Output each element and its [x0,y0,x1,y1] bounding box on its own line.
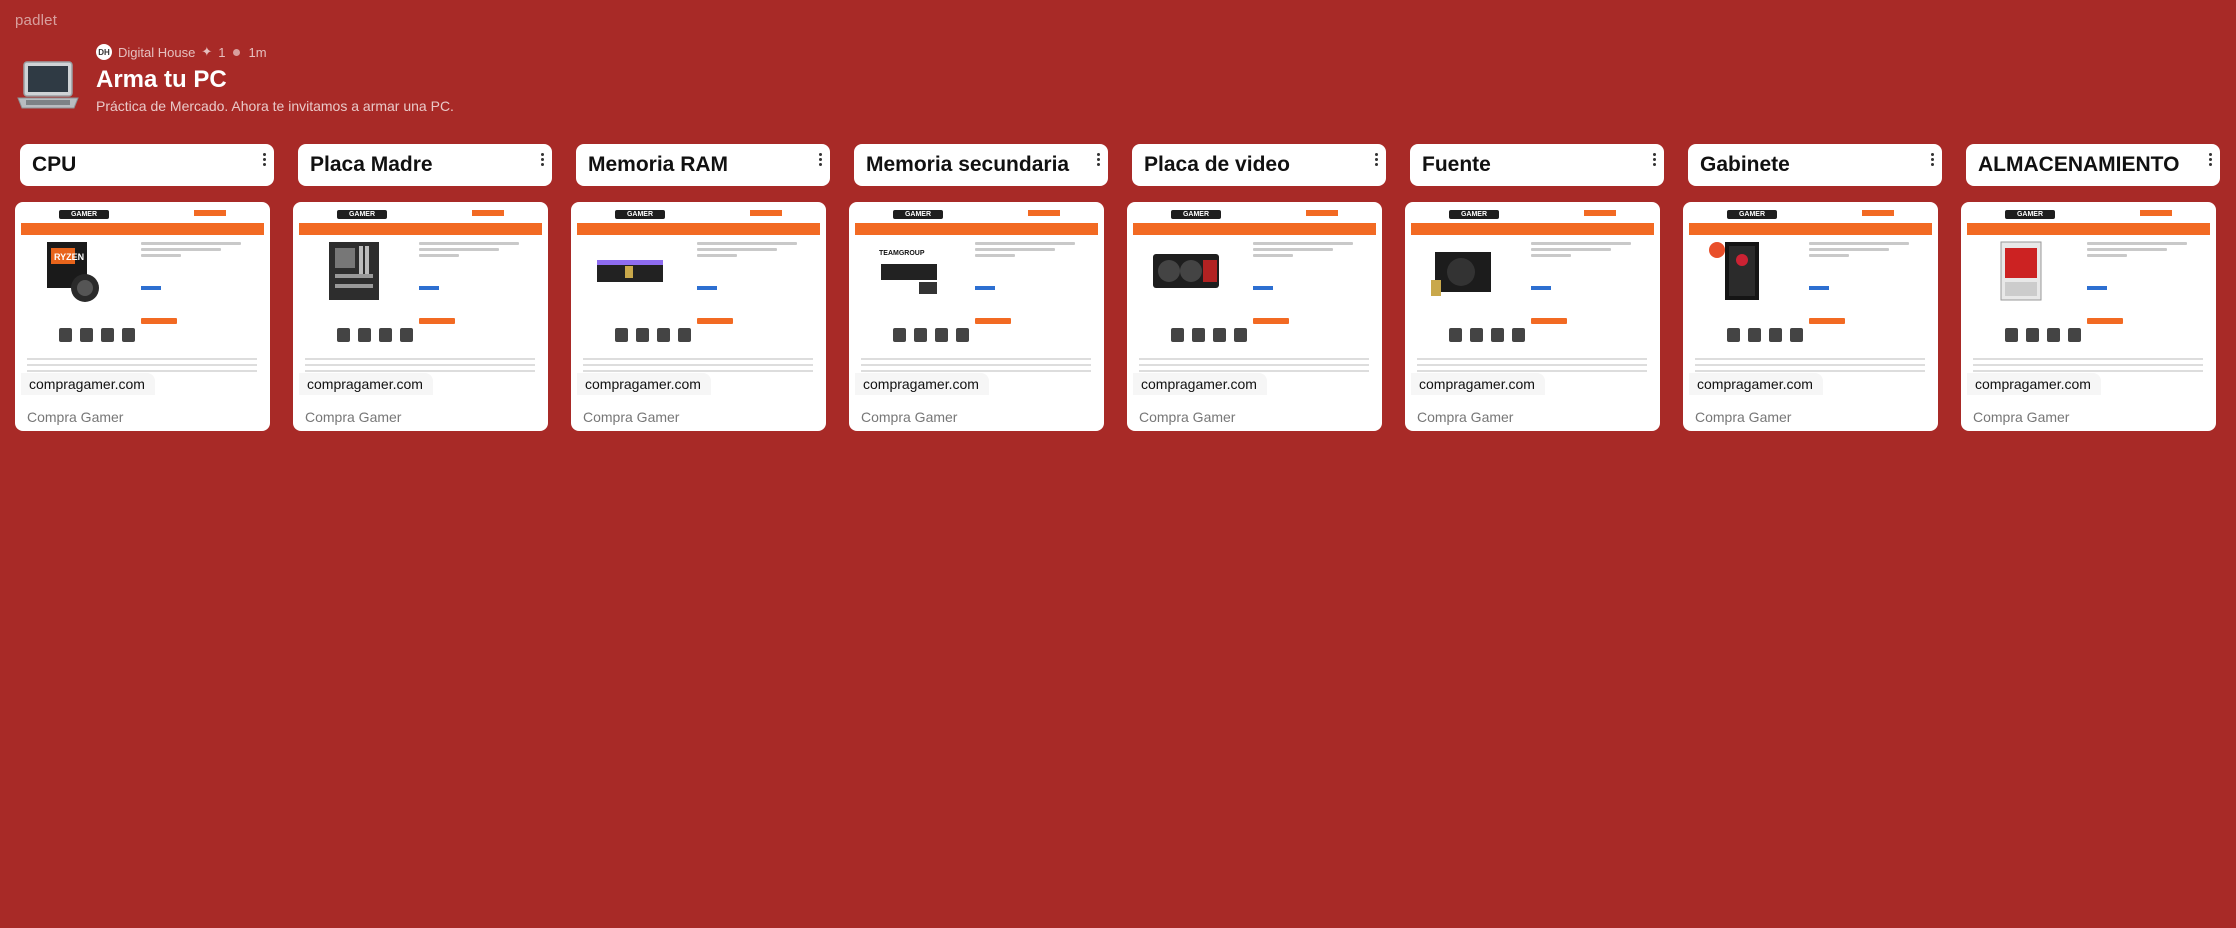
link-preview-image[interactable]: GAMER RYZEN [21,208,264,388]
site-logo: GAMER [893,209,943,219]
column-header[interactable]: CPU [20,144,274,186]
site-logo: GAMER [1727,209,1777,219]
link-domain[interactable]: compragamer.com [577,373,711,395]
post-card[interactable]: GAMER RYZEN compragamer.com Compra Gamer [15,202,270,431]
column: Placa de video GAMER compragamer.com Com… [1127,144,1386,431]
column-header[interactable]: Gabinete [1688,144,1942,186]
board-meta: DH Digital House ✦ 1 1m [96,44,454,60]
link-domain[interactable]: compragamer.com [1689,373,1823,395]
link-domain[interactable]: compragamer.com [21,373,155,395]
column-menu-icon[interactable] [1927,152,1937,167]
link-domain[interactable]: compragamer.com [1133,373,1267,395]
board-description: Práctica de Mercado. Ahora te invitamos … [96,98,454,114]
post-title[interactable]: Compra Gamer [1139,409,1235,425]
product-image: TEAMGROUP [875,240,941,302]
column-header[interactable]: Memoria secundaria [854,144,1108,186]
link-domain[interactable]: compragamer.com [1967,373,2101,395]
brand-logo[interactable]: padlet [15,12,57,29]
column-menu-icon[interactable] [2205,152,2215,167]
column: Memoria RAM GAMER compragamer.com Compra… [571,144,830,431]
column-title: Memoria secundaria [866,153,1070,176]
column-header[interactable]: Fuente [1410,144,1664,186]
column-header[interactable]: Placa Madre [298,144,552,186]
post-title[interactable]: Compra Gamer [583,409,679,425]
product-image [1987,240,2053,302]
site-logo: GAMER [1171,209,1221,219]
like-icon[interactable]: ✦ [201,44,212,60]
site-logo: GAMER [615,209,665,219]
link-domain[interactable]: compragamer.com [299,373,433,395]
column-menu-icon[interactable] [1371,152,1381,167]
post-title[interactable]: Compra Gamer [27,409,123,425]
product-image: RYZEN [41,240,107,302]
post-title[interactable]: Compra Gamer [1973,409,2069,425]
svg-text:RYZEN: RYZEN [54,252,84,262]
product-image [319,240,385,302]
column: Memoria secundaria GAMER TEAMGROUP compr… [849,144,1108,431]
laptop-icon [17,61,79,109]
product-image [1153,240,1219,302]
post-card[interactable]: GAMER compragamer.com Compra Gamer [1683,202,1938,431]
column-title: Placa de video [1144,153,1290,176]
author-name[interactable]: Digital House [118,45,195,60]
board-title: Arma tu PC [96,66,227,93]
site-logo: GAMER [337,209,387,219]
column-menu-icon[interactable] [259,152,269,167]
post-title[interactable]: Compra Gamer [861,409,957,425]
column-header[interactable]: Placa de video [1132,144,1386,186]
post-card[interactable]: GAMER TEAMGROUP compragamer.com Compra G… [849,202,1104,431]
columns-container: CPU GAMER RYZEN compragamer.com Compra G… [15,144,2236,431]
column: Gabinete GAMER compragamer.com Compra Ga… [1683,144,1942,431]
link-preview-image[interactable]: GAMER [577,208,820,388]
post-card[interactable]: GAMER compragamer.com Compra Gamer [1961,202,2216,431]
product-image [1709,240,1775,302]
site-logo: GAMER [59,209,109,219]
link-preview-image[interactable]: GAMER [1967,208,2210,388]
svg-text:TEAMGROUP: TEAMGROUP [879,250,925,257]
column-title: Placa Madre [310,153,433,176]
post-title[interactable]: Compra Gamer [1417,409,1513,425]
post-card[interactable]: GAMER compragamer.com Compra Gamer [1127,202,1382,431]
column-menu-icon[interactable] [537,152,547,167]
separator-dot [233,48,241,56]
site-logo: GAMER [1449,209,1499,219]
column: Fuente GAMER compragamer.com Compra Game… [1405,144,1664,431]
column-title: Gabinete [1700,153,1790,176]
post-card[interactable]: GAMER compragamer.com Compra Gamer [571,202,826,431]
link-domain[interactable]: compragamer.com [1411,373,1545,395]
post-title[interactable]: Compra Gamer [305,409,401,425]
author-avatar[interactable]: DH [96,44,112,60]
link-preview-image[interactable]: GAMER [1689,208,1932,388]
product-image [597,240,663,302]
post-card[interactable]: GAMER compragamer.com Compra Gamer [293,202,548,431]
column-menu-icon[interactable] [815,152,825,167]
post-card[interactable]: GAMER compragamer.com Compra Gamer [1405,202,1660,431]
product-image [1431,240,1497,302]
column-title: Fuente [1422,153,1491,176]
column-menu-icon[interactable] [1093,152,1103,167]
column-title: Memoria RAM [588,153,729,176]
column-header[interactable]: Memoria RAM [576,144,830,186]
link-preview-image[interactable]: GAMER [1133,208,1376,388]
column: ALMACENAMIENTO GAMER compragamer.com Com… [1961,144,2220,431]
column-header[interactable]: ALMACENAMIENTO [1966,144,2220,186]
board-header: DH Digital House ✦ 1 1m Arma tu PC Práct… [16,44,454,116]
post-title[interactable]: Compra Gamer [1695,409,1791,425]
link-preview-image[interactable]: GAMER [1411,208,1654,388]
column: CPU GAMER RYZEN compragamer.com Compra G… [15,144,274,431]
updated-time: 1m [248,44,267,60]
like-count: 1 [218,44,226,60]
link-preview-image[interactable]: GAMER TEAMGROUP [855,208,1098,388]
site-logo: GAMER [2005,209,2055,219]
link-domain[interactable]: compragamer.com [855,373,989,395]
column: Placa Madre GAMER compragamer.com Compra… [293,144,552,431]
link-preview-image[interactable]: GAMER [299,208,542,388]
column-menu-icon[interactable] [1649,152,1659,167]
column-title: ALMACENAMIENTO [1978,153,2180,176]
column-title: CPU [32,153,77,176]
